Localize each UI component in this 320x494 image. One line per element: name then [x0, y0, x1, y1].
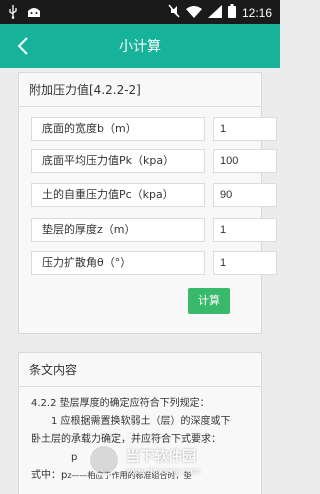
clause-line: 4.2.2 垫层厚度的确定应符合下列规定： [31, 398, 210, 409]
thickness-input[interactable]: 1 [213, 218, 277, 242]
watermark-text: 当下软件园 [126, 449, 196, 465]
mute-icon [168, 3, 180, 22]
calculate-button[interactable]: 计算 [188, 288, 230, 314]
clause-card-title: 条文内容 [19, 353, 261, 387]
clause-line-part: 式中：p [31, 470, 68, 481]
app-bar: 小计算 [0, 24, 280, 68]
input-row-pressure: 底面平均压力值Pk（kpa） 100 [31, 149, 277, 173]
width-label: 底面的宽度b（m） [31, 117, 205, 141]
watermark: 当下软件园 www.downxia.com [88, 442, 268, 482]
width-input[interactable]: 1 [213, 117, 277, 141]
watermark-url: www.downxia.com [126, 466, 201, 476]
clause-line: 1 应根据需置换软弱土（层）的深度或下 [31, 416, 231, 427]
battery-icon [227, 3, 236, 22]
input-row-thickness: 垫层的厚度z（m） 1 [31, 218, 277, 242]
pressure-label: 底面平均压力值Pk（kpa） [31, 149, 205, 173]
android-icon [26, 4, 42, 23]
angle-label: 压力扩散角θ（°） [31, 251, 205, 275]
watermark-logo-icon [88, 444, 120, 476]
status-time: 12:16 [241, 5, 272, 20]
input-row-width: 底面的宽度b（m） 1 [31, 117, 277, 141]
wifi-icon [185, 3, 202, 22]
input-row-angle: 压力扩散角θ（°） 1 [31, 251, 277, 275]
self-weight-label: 土的自重压力值Pc（kpa） [31, 183, 205, 207]
angle-input[interactable]: 1 [213, 251, 277, 275]
form-card-title: 附加压力值[4.2.2-2] [19, 73, 261, 107]
page-title: 小计算 [119, 39, 161, 55]
input-row-self-weight: 土的自重压力值Pc（kpa） 90 [31, 183, 277, 207]
self-weight-input[interactable]: 90 [213, 183, 277, 207]
usb-icon [8, 4, 18, 23]
pressure-input[interactable]: 100 [213, 149, 277, 173]
signal-icon [207, 3, 222, 22]
status-bar: 12:16 [0, 0, 280, 24]
thickness-label: 垫层的厚度z（m） [31, 218, 205, 242]
